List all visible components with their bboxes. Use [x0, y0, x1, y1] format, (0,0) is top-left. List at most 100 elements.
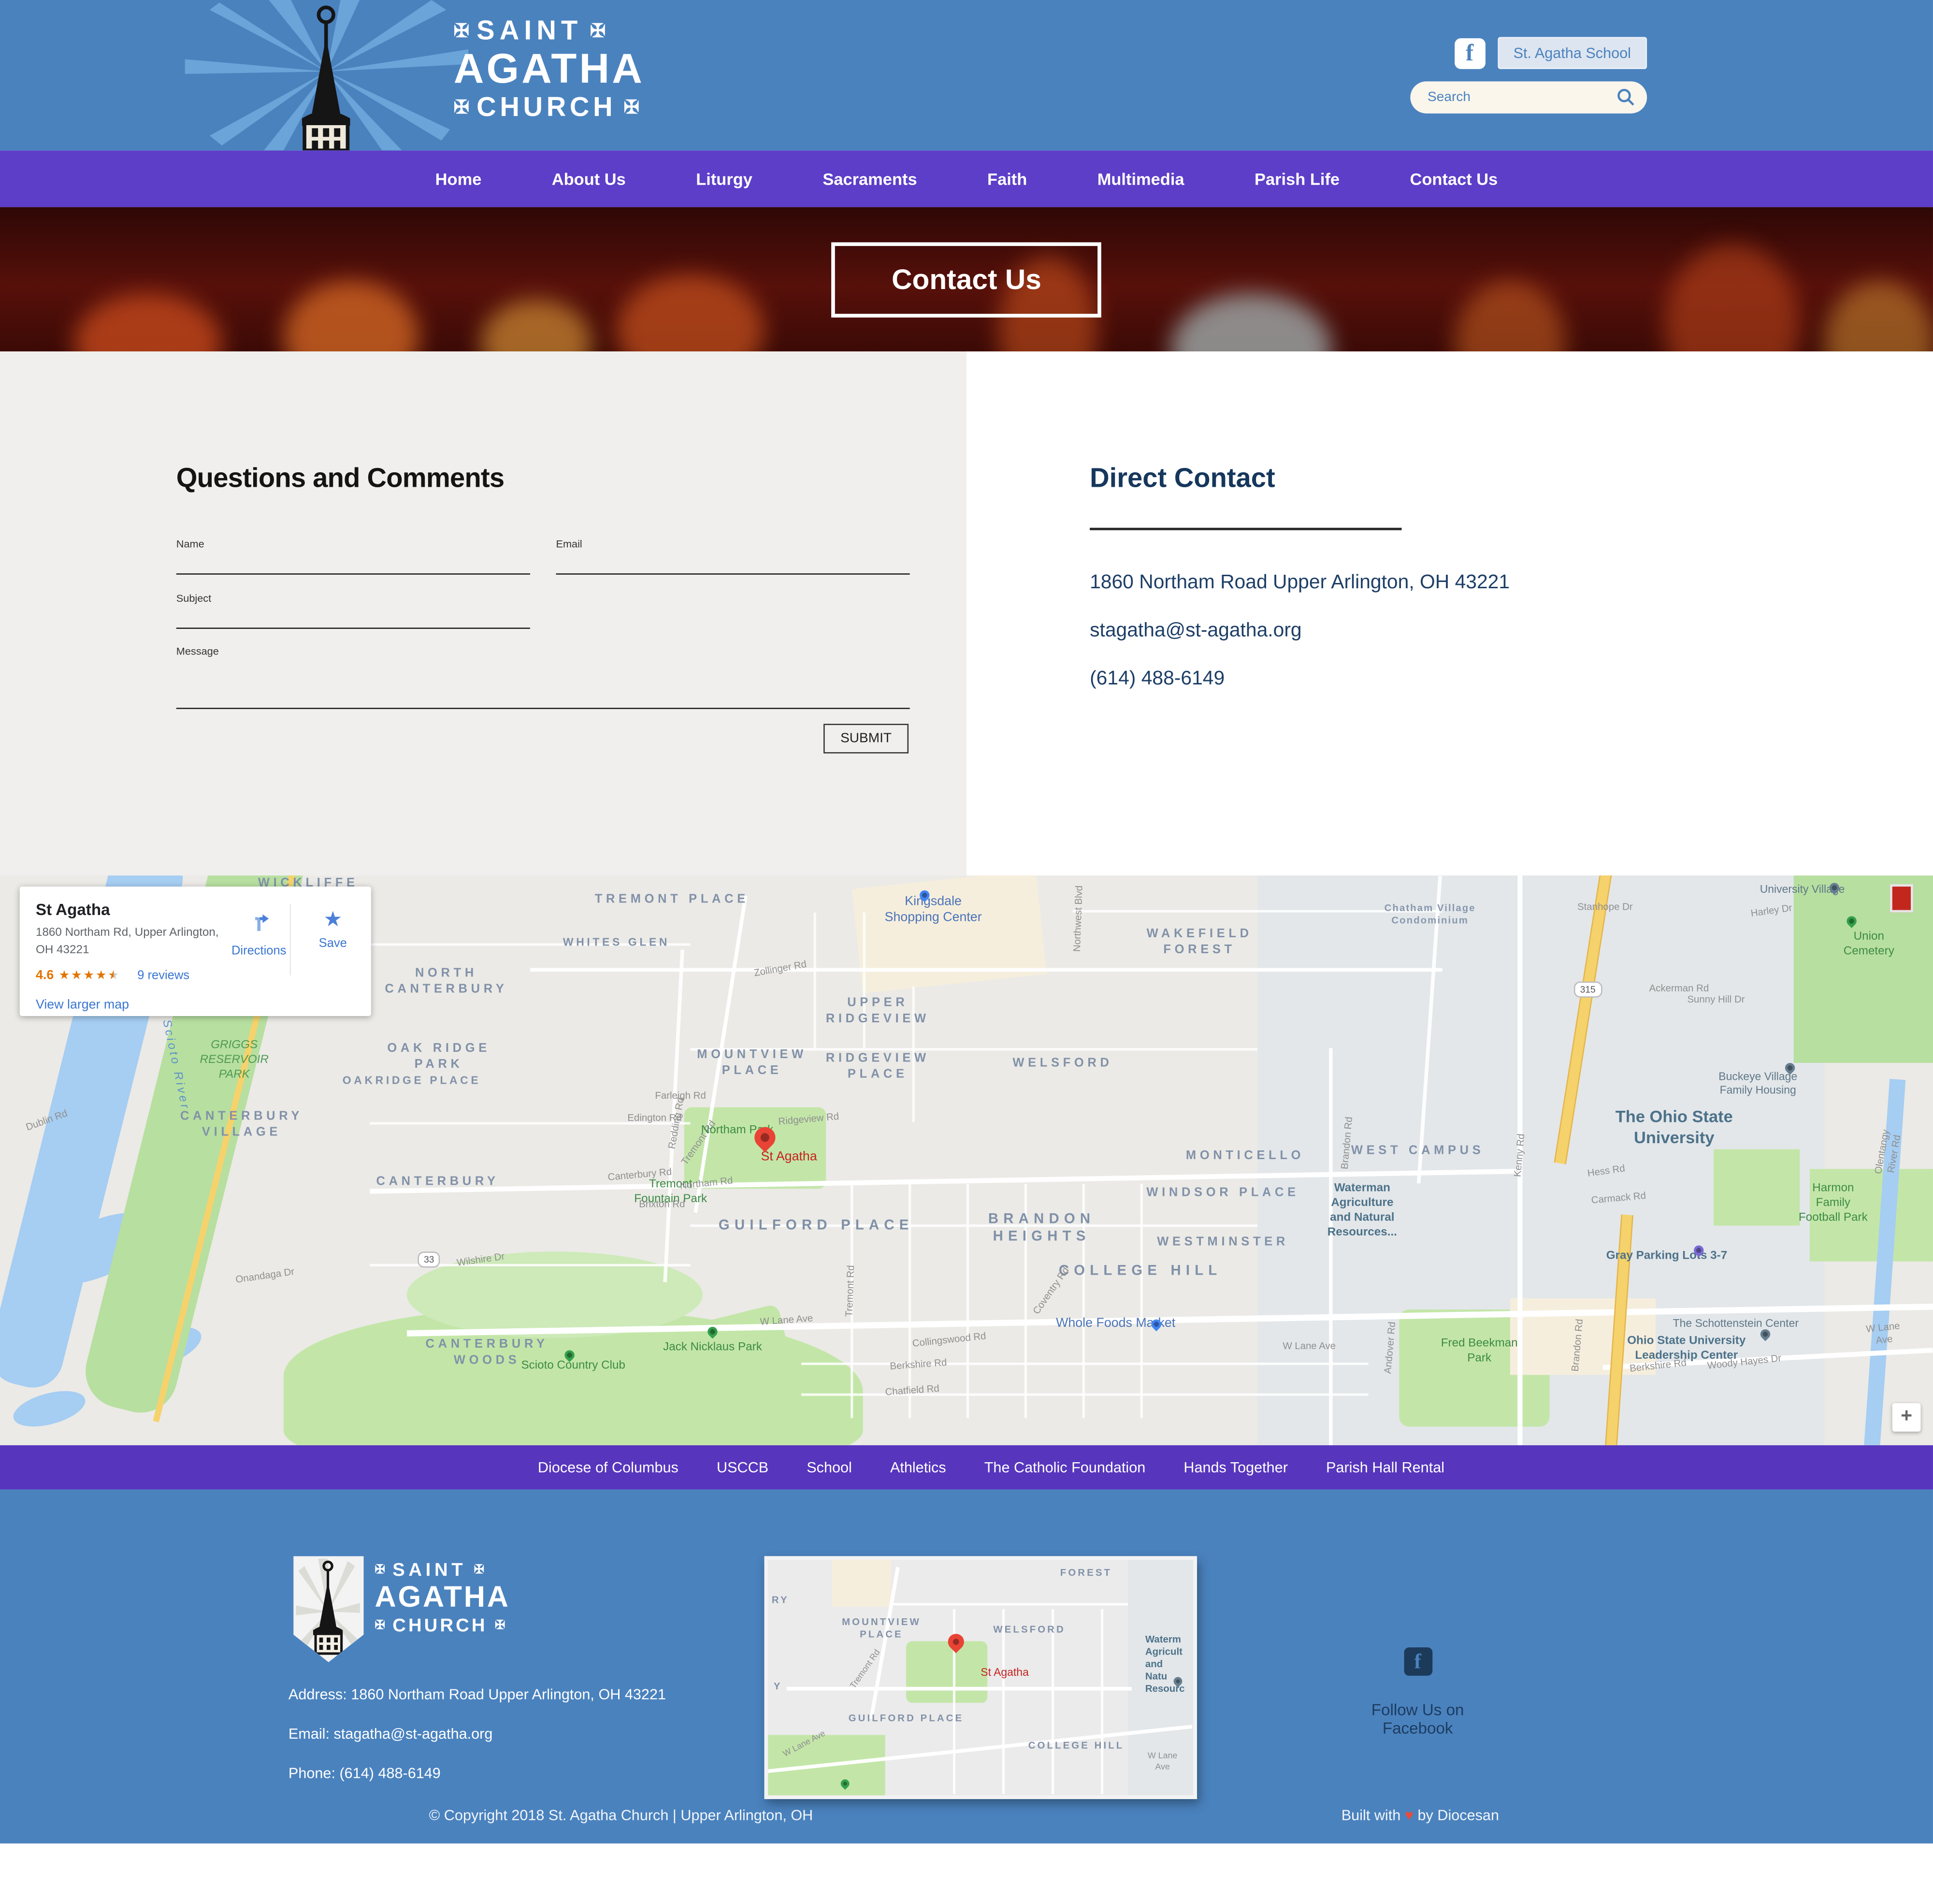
reviews-link[interactable]: 9 reviews — [137, 969, 189, 982]
built-with-text: Built with ♥ by Diocesan — [1342, 1806, 1499, 1824]
map-label: Collingswood Rd — [912, 1330, 987, 1350]
photo-thumbnail[interactable] — [1890, 884, 1913, 913]
map-label: GUILFORD PLACE — [849, 1713, 964, 1725]
star-rating-icon: ★★★★★ — [58, 969, 120, 982]
copyright-text: © Copyright 2018 St. Agatha Church | Upp… — [429, 1806, 813, 1824]
partner-link[interactable]: School — [807, 1459, 852, 1476]
map-info-card: St Agatha 1860 Northam Rd, Upper Arlingt… — [20, 887, 371, 1016]
star-icon: ★ — [323, 908, 342, 931]
map-label: TREMONT PLACE — [595, 893, 749, 908]
cross-icon: ✠ — [375, 1564, 385, 1577]
name-label: Name — [176, 538, 530, 550]
nav-item[interactable]: Home — [435, 170, 482, 188]
map-label: Chatfield Rd — [885, 1383, 940, 1399]
search-input[interactable] — [1410, 81, 1647, 113]
cross-icon: ✠ — [474, 1564, 484, 1577]
partner-link[interactable]: The Catholic Foundation — [984, 1459, 1146, 1476]
nav-item[interactable]: Multimedia — [1097, 170, 1184, 188]
contact-phone[interactable]: (614) 488-6149 — [1090, 669, 1510, 691]
map-label: OAKRIDGE PLACE — [343, 1074, 481, 1088]
page: ✠SAINT✠ AGATHA ✠CHURCH✠ f St. Agatha Sch… — [0, 0, 1933, 1904]
map-label: Brixton Rd — [639, 1199, 685, 1211]
footer-email[interactable]: Email: stagatha@st-agatha.org — [289, 1726, 666, 1741]
subject-label: Subject — [176, 592, 530, 604]
steeple-starburst-icon — [185, 0, 469, 150]
map-label: MOUNTVIEW PLACE — [697, 1048, 807, 1079]
map-label: WAKEFIELD FOREST — [1147, 927, 1253, 958]
zoom-in-button[interactable]: + — [1892, 1403, 1921, 1432]
page-title: Contact Us — [831, 242, 1102, 317]
direct-contact-heading: Direct Contact — [1090, 463, 1510, 494]
place-title: St Agatha — [36, 900, 110, 918]
message-field[interactable] — [176, 662, 910, 709]
map-label: WELSFORD — [1012, 1057, 1112, 1072]
map-label: FOREST — [1060, 1567, 1112, 1580]
map-label: Coventry Rd — [1031, 1265, 1072, 1317]
divider — [1090, 528, 1401, 530]
place-address: 1860 Northam Rd, Upper Arlington,OH 4322… — [36, 925, 219, 960]
contact-email[interactable]: stagatha@st-agatha.org — [1090, 620, 1510, 642]
nav-item[interactable]: Faith — [987, 170, 1027, 188]
footer-logo-text: ✠SAINT✠ AGATHA ✠CHURCH✠ — [375, 1561, 510, 1635]
cross-icon: ✠ — [375, 1620, 385, 1632]
map-label: BRANDON HEIGHTS — [988, 1211, 1095, 1246]
partner-links-bar: Diocese of Columbus USCCB School Athletics T… — [0, 1445, 1933, 1490]
partner-link[interactable]: Diocese of Columbus — [538, 1459, 678, 1476]
nav-item[interactable]: Parish Life — [1255, 170, 1340, 188]
contact-address: 1860 Northam Road Upper Arlington, OH 43… — [1090, 572, 1510, 595]
map-label: NORTH CANTERBURY — [385, 967, 507, 998]
map-label: RY — [772, 1594, 789, 1607]
cross-icon: ✠ — [624, 98, 639, 116]
footer-phone[interactable]: Phone: (614) 488-6149 — [289, 1766, 666, 1781]
nav-item[interactable]: Sacraments — [822, 170, 917, 188]
form-heading: Questions and Comments — [176, 463, 505, 494]
directions-icon — [246, 909, 271, 933]
footer-map[interactable]: FORESTRYMOUNTVIEW PLACEWELSFORDWaterm Ag… — [765, 1556, 1197, 1799]
heart-icon: ♥ — [1405, 1806, 1414, 1824]
cross-icon: ✠ — [454, 22, 469, 40]
view-larger-map-link[interactable]: View larger map — [36, 998, 129, 1013]
nav-item[interactable]: About Us — [552, 170, 626, 188]
rating-value: 4.6 — [36, 968, 54, 983]
shield-steeple-icon — [293, 1556, 363, 1662]
partner-link[interactable]: Parish Hall Rental — [1326, 1459, 1444, 1476]
google-map[interactable]: WICKLIFFETREMONT PLACEKingsdale Shopping… — [0, 875, 1933, 1445]
header: ✠SAINT✠ AGATHA ✠CHURCH✠ f St. Agatha Sch… — [0, 0, 1933, 150]
main-content: Questions and Comments Name Email Subjec… — [0, 351, 1933, 875]
search-icon[interactable] — [1616, 87, 1636, 107]
partner-link[interactable]: USCCB — [717, 1459, 768, 1476]
school-link-button[interactable]: St. Agatha School — [1497, 37, 1647, 69]
nav-item[interactable]: Contact Us — [1410, 170, 1498, 188]
save-button[interactable]: ★ Save — [298, 909, 367, 951]
hero-banner: Contact Us — [0, 207, 1933, 351]
map-label: MOUNTVIEW PLACE — [842, 1616, 921, 1641]
copyright-bar: © Copyright 2018 St. Agatha Church | Upp… — [429, 1806, 1499, 1824]
partner-link[interactable]: Athletics — [890, 1459, 946, 1476]
footer: ✠SAINT✠ AGATHA ✠CHURCH✠ Address: 1860 No… — [0, 1490, 1933, 1844]
main-nav: Home About Us Liturgy Sacraments Faith Multim… — [0, 150, 1933, 207]
submit-button[interactable]: SUBMIT — [823, 724, 909, 753]
message-label: Message — [176, 645, 910, 657]
footer-address: Address: 1860 Northam Road Upper Arlingt… — [289, 1687, 666, 1702]
map-label: Y — [774, 1681, 782, 1693]
nav-item[interactable]: Liturgy — [696, 170, 752, 188]
email-field[interactable] — [556, 555, 910, 575]
follow-us-label[interactable]: Follow Us on Facebook — [1338, 1701, 1498, 1738]
map-label: Onandaga Dr — [235, 1266, 295, 1286]
cross-icon: ✠ — [495, 1620, 505, 1632]
facebook-icon[interactable]: f — [1454, 38, 1485, 69]
contact-form-panel: Questions and Comments Name Email Subjec… — [0, 351, 966, 875]
site-logo[interactable]: ✠SAINT✠ AGATHA ✠CHURCH✠ — [185, 0, 653, 150]
map-label: Farleigh Rd — [655, 1090, 706, 1103]
subject-field[interactable] — [176, 609, 530, 629]
cross-icon: ✠ — [590, 22, 606, 40]
map-label: Canterbury Rd — [607, 1166, 672, 1184]
directions-button[interactable]: Directions — [224, 909, 293, 958]
logo-text: ✠SAINT✠ AGATHA ✠CHURCH✠ — [454, 17, 645, 121]
name-field[interactable] — [176, 555, 530, 575]
footer-facebook-icon[interactable]: f — [1403, 1647, 1432, 1676]
direct-contact: Direct Contact 1860 Northam Road Upper A… — [1090, 463, 1510, 691]
email-label: Email — [556, 538, 910, 550]
partner-link[interactable]: Hands Together — [1183, 1459, 1288, 1476]
map-label: OAK RIDGE PARK — [387, 1042, 490, 1073]
